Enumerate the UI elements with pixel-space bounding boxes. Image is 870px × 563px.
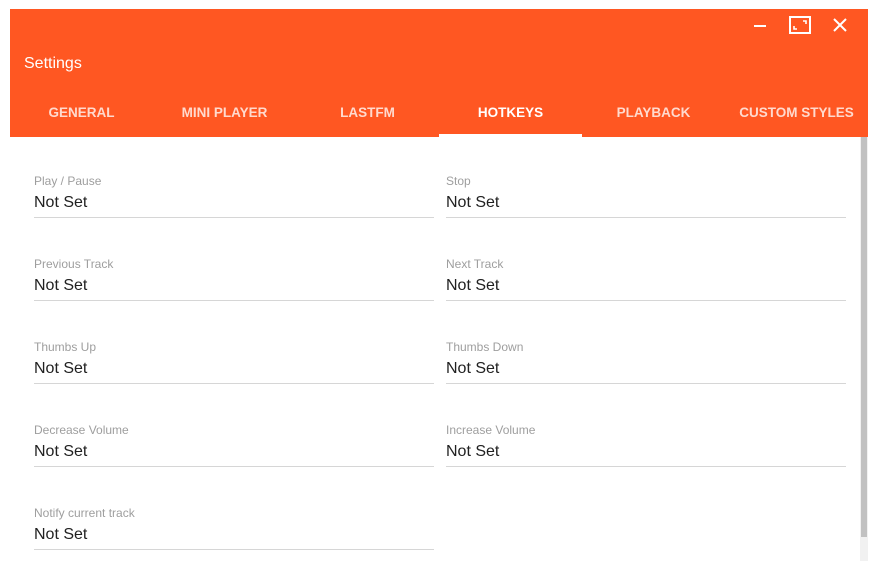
hotkey-previous-track: Previous Track Not Set <box>34 256 434 301</box>
hotkey-next-track: Next Track Not Set <box>446 256 846 301</box>
tab-general[interactable]: GENERAL <box>10 93 153 137</box>
minimize-icon <box>754 25 766 27</box>
minimize-button[interactable] <box>740 11 780 39</box>
hotkey-notify-current-track: Notify current track Not Set <box>34 505 434 550</box>
window-controls <box>740 11 860 39</box>
window-title: Settings <box>24 55 82 72</box>
close-icon <box>833 18 847 32</box>
field-label: Increase Volume <box>446 423 536 437</box>
stop-hotkey-input[interactable]: Not Set <box>446 189 846 218</box>
decrease-volume-hotkey-input[interactable]: Not Set <box>34 438 434 467</box>
thumbs-up-hotkey-input[interactable]: Not Set <box>34 355 434 384</box>
field-label: Thumbs Down <box>446 340 524 354</box>
maximize-icon <box>789 16 811 34</box>
field-label: Thumbs Up <box>34 340 97 354</box>
field-label: Next Track <box>446 257 504 271</box>
thumbs-down-hotkey-input[interactable]: Not Set <box>446 355 846 384</box>
scrollbar-thumb[interactable] <box>861 137 867 537</box>
close-button[interactable] <box>820 11 860 39</box>
hotkeys-panel: Play / Pause Not Set Stop Not Set Previo… <box>10 137 860 561</box>
vertical-scrollbar[interactable] <box>860 137 868 561</box>
maximize-button[interactable] <box>780 11 820 39</box>
previous-track-hotkey-input[interactable]: Not Set <box>34 272 434 301</box>
hotkey-thumbs-down: Thumbs Down Not Set <box>446 339 846 384</box>
tab-custom-styles[interactable]: CUSTOM STYLES <box>725 93 868 137</box>
header-bar: Settings GENERAL MINI PLAYER LASTFM HOTK… <box>10 9 868 137</box>
tab-mini-player[interactable]: MINI PLAYER <box>153 93 296 137</box>
increase-volume-hotkey-input[interactable]: Not Set <box>446 438 846 467</box>
play-pause-hotkey-input[interactable]: Not Set <box>34 189 434 218</box>
hotkey-increase-volume: Increase Volume Not Set <box>446 422 846 467</box>
hotkey-stop: Stop Not Set <box>446 173 846 218</box>
field-label: Notify current track <box>34 506 135 520</box>
field-label: Previous Track <box>34 257 114 271</box>
tab-lastfm[interactable]: LASTFM <box>296 93 439 137</box>
hotkey-thumbs-up: Thumbs Up Not Set <box>34 339 434 384</box>
field-label: Play / Pause <box>34 174 102 188</box>
settings-window: Settings GENERAL MINI PLAYER LASTFM HOTK… <box>10 9 868 561</box>
next-track-hotkey-input[interactable]: Not Set <box>446 272 846 301</box>
settings-tabs: GENERAL MINI PLAYER LASTFM HOTKEYS PLAYB… <box>10 93 868 137</box>
tab-hotkeys[interactable]: HOTKEYS <box>439 93 582 137</box>
tab-playback[interactable]: PLAYBACK <box>582 93 725 137</box>
notify-current-track-hotkey-input[interactable]: Not Set <box>34 521 434 550</box>
hotkey-decrease-volume: Decrease Volume Not Set <box>34 422 434 467</box>
field-label: Stop <box>446 174 471 188</box>
hotkey-play-pause: Play / Pause Not Set <box>34 173 434 218</box>
field-label: Decrease Volume <box>34 423 129 437</box>
